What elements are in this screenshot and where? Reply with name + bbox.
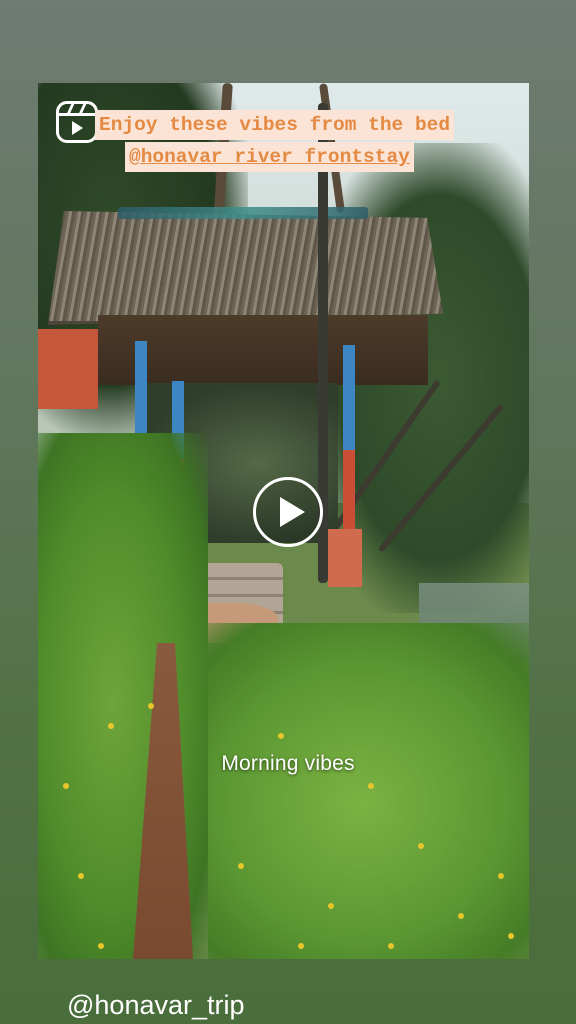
caption-text: Enjoy these vibes from the bed: [95, 110, 455, 140]
play-icon: [280, 497, 305, 527]
play-button[interactable]: [253, 477, 323, 547]
overlay-caption: Morning vibes: [221, 752, 355, 775]
account-tag-link[interactable]: @honavar_river_frontstay: [125, 142, 414, 172]
reels-icon[interactable]: [56, 101, 98, 143]
mention-link[interactable]: @honavar_trip: [67, 990, 245, 1021]
